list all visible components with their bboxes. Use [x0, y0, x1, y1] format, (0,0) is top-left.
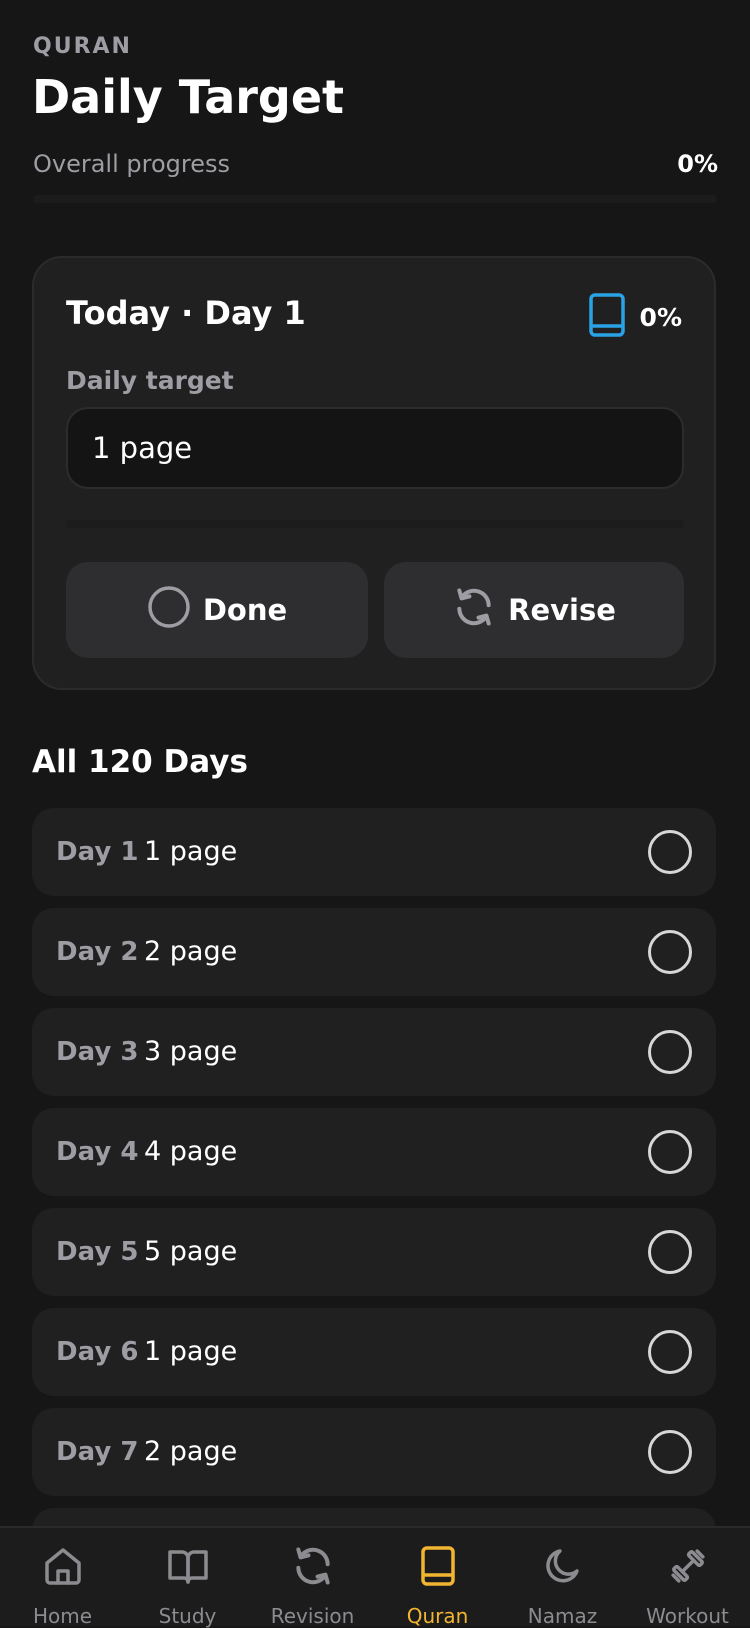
overall-progress-value: 0% [677, 150, 718, 178]
open-book-icon [168, 1550, 208, 1584]
daily-target-label: Daily target [66, 366, 234, 395]
day-row-7[interactable]: Day 7 2 page [32, 1408, 716, 1496]
tab-label: Study [158, 1604, 217, 1628]
day-label: Day 4 [56, 1137, 139, 1167]
tab-revision[interactable]: Revision [250, 1528, 375, 1628]
moon-icon [546, 1549, 579, 1583]
day-row-5[interactable]: Day 5 5 page [32, 1208, 716, 1296]
quran-daily-target-screen: QURAN Daily Target Overall progress 0% T… [0, 0, 750, 1628]
tab-quran[interactable]: Quran [375, 1528, 500, 1628]
day-checkbox[interactable] [648, 930, 692, 974]
overall-progress-bar [33, 195, 717, 203]
overall-progress-label: Overall progress [33, 150, 231, 178]
tab-label: Namaz [527, 1604, 598, 1628]
day-label: Day 5 [56, 1237, 139, 1267]
day-label: Day 1 [56, 837, 139, 867]
day-checkbox[interactable] [648, 1330, 692, 1374]
day-target: 1 page [144, 1336, 238, 1367]
all-days-title: All 120 Days [32, 744, 248, 780]
day-checkbox[interactable] [648, 1430, 692, 1474]
tab-study[interactable]: Study [125, 1528, 250, 1628]
done-label: Done [202, 593, 288, 627]
section-eyebrow: QURAN [33, 34, 132, 59]
tab-label: Home [32, 1604, 93, 1628]
day-checkbox[interactable] [648, 1230, 692, 1274]
day-target: 3 page [144, 1036, 238, 1067]
dumbbell-icon [671, 1549, 705, 1583]
day-checkbox[interactable] [648, 1130, 692, 1174]
daily-target-value: 1 page [92, 431, 193, 465]
today-progress: 0% [588, 292, 682, 342]
day-label: Day 6 [56, 1337, 139, 1367]
day-row-6[interactable]: Day 6 1 page [32, 1308, 716, 1396]
revise-label: Revise [508, 593, 616, 627]
day-target: 5 page [144, 1236, 238, 1267]
day-row-4[interactable]: Day 4 4 page [32, 1108, 716, 1196]
done-button[interactable]: Done [66, 562, 368, 658]
day-checkbox[interactable] [648, 830, 692, 874]
day-checkbox[interactable] [648, 1030, 692, 1074]
page-title: Daily Target [32, 70, 345, 124]
day-target: 1 page [144, 836, 238, 867]
tab-home[interactable]: Home [0, 1528, 125, 1628]
revise-button[interactable]: Revise [384, 562, 684, 658]
circle-icon [147, 585, 191, 636]
day-row-2[interactable]: Day 2 2 page [32, 908, 716, 996]
day-row-1[interactable]: Day 1 1 page [32, 808, 716, 896]
refresh-icon [296, 1547, 330, 1585]
tab-label: Quran [406, 1604, 469, 1628]
bottom-tab-bar: Home Study Revision Quran Namaz Workout [0, 1526, 750, 1628]
book-icon [588, 292, 626, 342]
tab-workout[interactable]: Workout [625, 1528, 750, 1628]
tab-label: Revision [270, 1604, 355, 1628]
daily-target-field[interactable]: 1 page [66, 407, 684, 489]
day-target: 2 page [144, 936, 238, 967]
day-label: Day 2 [56, 937, 139, 967]
day-target: 2 page [144, 1436, 238, 1467]
today-percent: 0% [639, 302, 682, 332]
book-icon [421, 1546, 455, 1586]
today-card: Today · Day 1 0% Daily target 1 page Don… [32, 256, 716, 690]
tab-namaz[interactable]: Namaz [500, 1528, 625, 1628]
day-label: Day 7 [56, 1437, 139, 1467]
today-progress-bar [66, 520, 684, 528]
refresh-icon [452, 585, 496, 636]
day-row-3[interactable]: Day 3 3 page [32, 1008, 716, 1096]
day-label: Day 3 [56, 1037, 139, 1067]
home-icon [45, 1548, 81, 1585]
today-title: Today · Day 1 [66, 294, 306, 332]
tab-label: Workout [646, 1604, 729, 1628]
day-target: 4 page [144, 1136, 238, 1167]
